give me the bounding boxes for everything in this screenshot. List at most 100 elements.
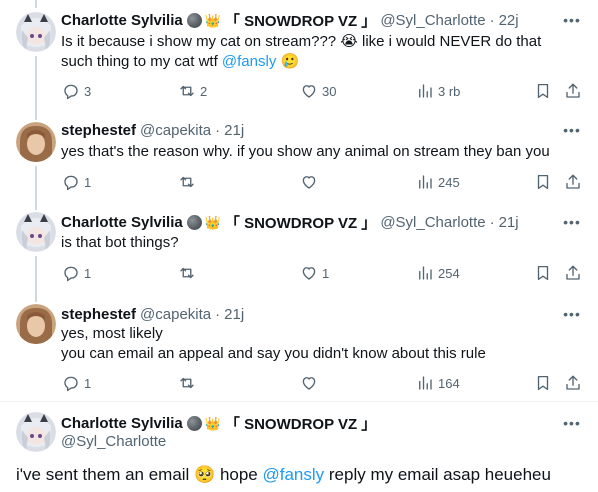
post-text-line: yes, most likely xyxy=(61,325,163,342)
bookmark-button[interactable] xyxy=(534,81,552,101)
separator-dot: · xyxy=(215,305,221,323)
post-time[interactable]: 22j xyxy=(499,12,519,29)
author-name[interactable]: Charlotte Sylvilia xyxy=(61,214,183,231)
author-handle[interactable]: @Syl_Charlotte xyxy=(380,12,485,29)
like-button[interactable]: 1 xyxy=(300,263,329,283)
author-tag[interactable]: 「 SNOWDROP VZ 」 xyxy=(225,413,376,433)
stephestef-avatar-icon xyxy=(16,122,56,162)
crown-icon: 👑 xyxy=(204,12,221,28)
post-text: is that bot things? xyxy=(61,234,179,251)
share-icon xyxy=(566,83,580,98)
post-header: stephestef @capekita · 21j xyxy=(61,120,558,140)
views-button[interactable]: 3 rb xyxy=(416,81,460,101)
views-icon xyxy=(419,376,432,390)
like-icon xyxy=(302,267,316,280)
post-text-line: you can email an appeal and say you didn… xyxy=(61,345,486,362)
repost-button[interactable] xyxy=(178,172,200,192)
repost-button[interactable]: 2 xyxy=(178,81,207,101)
like-icon xyxy=(302,176,316,189)
post-3[interactable]: Charlotte Sylvilia 👑 「 SNOWDROP VZ 」 @Sy… xyxy=(0,206,598,296)
reply-button[interactable]: 1 xyxy=(62,373,91,393)
author-handle[interactable]: @Syl_Charlotte xyxy=(380,214,485,231)
like-icon xyxy=(302,85,316,98)
post-time[interactable]: 21j xyxy=(499,214,519,231)
like-button[interactable]: 30 xyxy=(300,81,336,101)
like-button[interactable] xyxy=(300,172,322,192)
author-tag[interactable]: 「 SNOWDROP VZ 」 xyxy=(225,10,376,30)
more-icon[interactable]: ••• xyxy=(562,120,582,140)
action-bar: 1 1 254 xyxy=(54,263,586,283)
share-button[interactable] xyxy=(564,172,582,192)
separator-dot: · xyxy=(215,121,221,139)
post-text: yes, most likely you can email an appeal… xyxy=(61,324,574,364)
views-icon xyxy=(419,175,432,189)
post-text-part: i've sent them an email 🥺 hope xyxy=(16,465,263,484)
share-button[interactable] xyxy=(564,81,582,101)
more-icon[interactable]: ••• xyxy=(562,304,582,324)
action-bar: 1 245 xyxy=(54,172,586,192)
bookmark-button[interactable] xyxy=(534,172,552,192)
mention-link[interactable]: @fansly xyxy=(262,465,324,484)
repost-icon xyxy=(180,176,194,188)
more-icon[interactable]: ••• xyxy=(562,212,582,232)
mention-link[interactable]: @fansly xyxy=(222,53,276,70)
avatar[interactable] xyxy=(16,304,56,344)
views-button[interactable]: 245 xyxy=(416,172,460,192)
reply-button[interactable]: 3 xyxy=(62,81,91,101)
author-handle[interactable]: @capekita xyxy=(140,122,211,139)
thread-line xyxy=(35,56,37,112)
share-icon xyxy=(566,265,580,280)
repost-icon xyxy=(180,85,194,97)
post-text: Is it because i show my cat on stream???… xyxy=(61,32,574,72)
crown-icon: 👑 xyxy=(204,214,221,230)
thread-line xyxy=(35,206,37,210)
author-name[interactable]: stephestef xyxy=(61,306,136,323)
bookmark-button[interactable] xyxy=(534,373,552,393)
like-icon xyxy=(302,377,316,390)
author-handle[interactable]: @capekita xyxy=(140,306,211,323)
views-icon xyxy=(419,84,432,98)
post-2[interactable]: stephestef @capekita · 21j ••• yes that'… xyxy=(0,112,598,206)
reply-button[interactable]: 1 xyxy=(62,263,91,283)
author-tag[interactable]: 「 SNOWDROP VZ 」 xyxy=(225,212,376,232)
like-button[interactable] xyxy=(300,373,322,393)
post-text: yes that's the reason why. if you show a… xyxy=(61,143,550,160)
more-icon[interactable]: ••• xyxy=(562,413,582,433)
share-button[interactable] xyxy=(564,263,582,283)
moon-icon xyxy=(186,214,202,230)
separator-dot: · xyxy=(489,213,495,231)
more-icon[interactable]: ••• xyxy=(562,10,582,30)
author-name[interactable]: Charlotte Sylvilia xyxy=(61,415,183,432)
avatar[interactable] xyxy=(16,212,56,252)
post-4[interactable]: stephestef @capekita · 21j ••• yes, most… xyxy=(0,296,598,400)
views-count: 164 xyxy=(438,375,460,391)
post-1[interactable]: Charlotte Sylvilia 👑 「 SNOWDROP VZ 」 @Sy… xyxy=(0,0,598,112)
author-handle[interactable]: @Syl_Charlotte xyxy=(61,433,166,450)
share-icon xyxy=(566,375,580,390)
repost-button[interactable] xyxy=(178,373,200,393)
views-button[interactable]: 164 xyxy=(416,373,460,393)
views-button[interactable]: 254 xyxy=(416,263,460,283)
post-time[interactable]: 21j xyxy=(224,306,244,323)
bookmark-button[interactable] xyxy=(534,263,552,283)
author-name[interactable]: stephestef xyxy=(61,122,136,139)
reply-icon xyxy=(64,84,78,100)
avatar[interactable] xyxy=(16,12,56,52)
share-icon xyxy=(566,174,580,189)
charlotte-avatar-icon xyxy=(16,412,56,452)
action-bar: 1 164 xyxy=(54,373,586,393)
author-name[interactable]: Charlotte Sylvilia xyxy=(61,12,183,29)
separator-dot: · xyxy=(489,11,495,29)
share-button[interactable] xyxy=(564,373,582,393)
stephestef-avatar-icon xyxy=(16,304,56,344)
post-time[interactable]: 21j xyxy=(224,122,244,139)
crown-icon: 👑 xyxy=(204,415,221,431)
repost-button[interactable] xyxy=(178,263,200,283)
views-icon xyxy=(419,266,432,280)
reply-icon xyxy=(64,175,78,191)
charlotte-avatar-icon xyxy=(16,212,56,252)
action-bar: 3 2 30 3 rb xyxy=(54,81,586,101)
avatar[interactable] xyxy=(16,122,56,162)
reply-button[interactable]: 1 xyxy=(62,172,91,192)
avatar[interactable] xyxy=(16,412,56,452)
